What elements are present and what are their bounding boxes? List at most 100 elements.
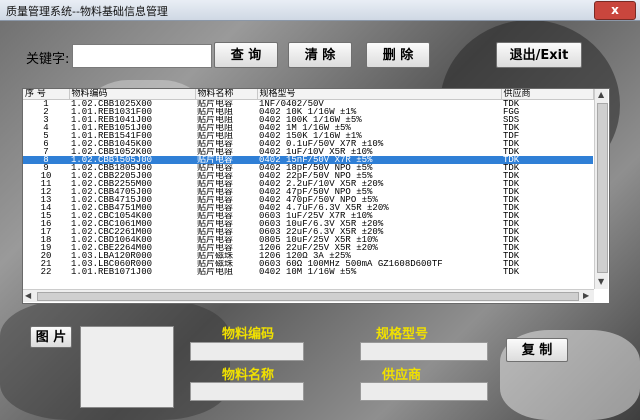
cell-spec: 1NF/0402/50V xyxy=(259,99,324,108)
cell-code: 1.02.CBB1052K00 xyxy=(71,148,153,156)
photo-button[interactable]: 图 片 xyxy=(30,326,72,348)
cell-supplier: SDS xyxy=(503,116,520,124)
code-field[interactable] xyxy=(190,342,304,361)
cell-name: 贴片电阻 xyxy=(197,108,234,116)
search-button[interactable]: 查 询 xyxy=(214,42,278,68)
exit-button[interactable]: 退出/Exit xyxy=(496,42,582,68)
table-row[interactable]: 4 1.01.REB1051J00 贴片电阻 0402 1M 1/16W ±5% TDK xyxy=(23,124,593,132)
table-row[interactable]: 18 1.02.CBD1064K00 贴片电容 0805 10uF/25V X5R ±… xyxy=(23,236,593,244)
scroll-up-icon[interactable]: ▲ xyxy=(598,90,604,99)
scroll-thumb[interactable] xyxy=(37,292,579,301)
close-button[interactable]: x xyxy=(594,1,636,20)
cell-spec: 0402 2.2uF/10V X5R ±20% xyxy=(259,180,384,188)
table-row[interactable]: 13 1.02.CBB4715J00 贴片电容 0402 470pF/50V NPO … xyxy=(23,196,593,204)
cell-name: 贴片电阻 xyxy=(197,268,234,276)
cell-index: 17 xyxy=(40,228,52,236)
cell-code: 1.02.CBE2264M00 xyxy=(71,244,153,252)
table-row[interactable]: 6 1.02.CBB1045K00 贴片电容 0402 0.1uF/50V X7R ±… xyxy=(23,140,593,148)
horizontal-scrollbar[interactable]: ◀ ▶ xyxy=(23,289,594,302)
cell-name: 贴片电容 xyxy=(197,204,234,212)
cell-index: 2 xyxy=(43,108,49,116)
cell-index: 4 xyxy=(43,124,49,132)
cell-supplier: TDK xyxy=(503,212,520,220)
table-row[interactable]: 12 1.02.CBB4705J00 贴片电容 0402 47pF/50V NPO ±… xyxy=(23,188,593,196)
cell-code: 1.01.REB1051J00 xyxy=(71,124,153,132)
table-row[interactable]: 8 1.02.CBB1505J00 贴片电容 0402 15nF/50V X7R ±5… xyxy=(23,156,593,164)
table-row[interactable]: 14 1.02.CBB4751M00 贴片电容 0402 4.7uF/6.3V X5R… xyxy=(23,204,593,212)
scroll-left-icon[interactable]: ◀ xyxy=(25,291,31,300)
cell-supplier: TDK xyxy=(503,99,520,108)
spec-field[interactable] xyxy=(360,342,488,361)
table-row[interactable]: 10 1.02.CBB2205J00 贴片电容 0402 22pF/50V NPO ±… xyxy=(23,172,593,180)
cell-code: 1.02.CBB2205J00 xyxy=(71,172,153,180)
cell-index: 14 xyxy=(40,204,52,212)
cell-code: 1.02.CBB1505J00 xyxy=(69,156,195,164)
cell-spec: 0402 1M 1/16W ±5% xyxy=(259,124,351,132)
cell-code: 1.02.CBC1054K00 xyxy=(71,212,153,220)
cell-supplier: TDK xyxy=(503,260,520,268)
col-header-spec[interactable]: 规格型号 xyxy=(257,89,502,100)
table-row[interactable]: 17 1.02.CBC2261M00 贴片电容 0603 22uF/6.3V X5R … xyxy=(23,228,593,236)
table-row[interactable]: 5 1.01.REB1541F00 贴片电阻 0402 150K 1/16W ±1% T… xyxy=(23,132,593,140)
cell-code: 1.01.REB1041J00 xyxy=(71,116,153,124)
clear-button[interactable]: 清 除 xyxy=(288,42,352,68)
delete-button[interactable]: 删 除 xyxy=(366,42,430,68)
table-row[interactable]: 20 1.03.LBA120R000 贴片磁珠 1206 120Ω 3A ±25% TD… xyxy=(23,252,593,260)
photo-preview xyxy=(80,326,174,408)
cell-index: 10 xyxy=(40,172,52,180)
cell-supplier: TDK xyxy=(503,252,520,260)
table-row[interactable]: 11 1.02.CBB2255M00 贴片电容 0402 2.2uF/10V X5R … xyxy=(23,180,593,188)
cell-spec: 0603 1uF/25V X7R ±10% xyxy=(259,212,373,220)
cell-name: 贴片电阻 xyxy=(197,132,234,140)
keyword-input[interactable] xyxy=(72,44,212,68)
cell-name: 贴片电容 xyxy=(197,148,234,156)
cell-index: 19 xyxy=(40,244,52,252)
cell-spec: 0603 10uF/6.3V X5R ±20% xyxy=(259,220,384,228)
title-bar: 质量管理系统--物料基础信息管理 x xyxy=(0,0,640,21)
table-row[interactable]: 3 1.01.REB1041J00 贴片电阻 0402 100K 1/16W ±5% S… xyxy=(23,116,593,124)
cell-supplier: TDK xyxy=(503,164,520,172)
table-row[interactable]: 2 1.01.REB1031F00 贴片电阻 0402 10K 1/16W ±1% FG… xyxy=(23,108,593,116)
name-field[interactable] xyxy=(190,382,304,401)
scroll-right-icon[interactable]: ▶ xyxy=(583,291,589,300)
cell-name: 贴片电容 xyxy=(195,156,257,164)
supplier-field[interactable] xyxy=(360,382,488,401)
table-row[interactable]: 19 1.02.CBE2264M00 贴片电容 1206 22uF/25V X5R ±… xyxy=(23,244,593,252)
table-row[interactable]: 15 1.02.CBC1054K00 贴片电容 0603 1uF/25V X7R ±1… xyxy=(23,212,593,220)
col-header-index[interactable]: 序 号 xyxy=(23,89,70,100)
scroll-thumb[interactable] xyxy=(597,103,608,273)
cell-supplier: TDF xyxy=(503,132,520,140)
cell-supplier: TDK xyxy=(503,124,520,132)
table-row[interactable]: 22 1.01.REB1071J00 贴片电阻 0402 10M 1/16W ±5% T… xyxy=(23,268,593,276)
col-header-code[interactable]: 物料编码 xyxy=(69,89,196,100)
vertical-scrollbar[interactable]: ▲ ▼ xyxy=(594,89,608,289)
cell-index: 12 xyxy=(40,188,52,196)
cell-supplier: TDK xyxy=(503,204,520,212)
table-row[interactable]: 16 1.02.CBC1061M00 贴片电容 0603 10uF/6.3V X5R … xyxy=(23,220,593,228)
material-table[interactable]: 序 号 物料编码 物料名称 规格型号 供应商 1 1.02.CBB1025X00 贴… xyxy=(22,88,610,304)
cell-name: 贴片电容 xyxy=(197,244,234,252)
copy-button[interactable]: 复 制 xyxy=(506,338,568,362)
cell-name: 贴片电容 xyxy=(197,99,234,108)
cell-code: 1.02.CBB2255M00 xyxy=(71,180,153,188)
cell-code: 1.02.CBB4751M00 xyxy=(71,204,153,212)
table-row[interactable]: 1 1.02.CBB1025X00 贴片电容 1NF/0402/50V TDK xyxy=(23,99,593,108)
col-header-supplier[interactable]: 供应商 xyxy=(501,89,594,100)
keyword-label: 关键字: xyxy=(26,52,70,67)
cell-spec: 0402 18pF/50V NPO ±5% xyxy=(259,164,373,172)
cell-index: 6 xyxy=(43,140,49,148)
col-header-name[interactable]: 物料名称 xyxy=(195,89,258,100)
cell-name: 贴片电容 xyxy=(197,220,234,228)
cell-spec: 0402 470pF/50V NPO ±5% xyxy=(259,196,378,204)
table-row[interactable]: 9 1.02.CBB1805J00 贴片电容 0402 18pF/50V NPO ±5… xyxy=(23,164,593,172)
table-row[interactable]: 7 1.02.CBB1052K00 贴片电容 0402 1uF/10V X5R ±10… xyxy=(23,148,593,156)
cell-name: 贴片磁珠 xyxy=(197,252,234,260)
cell-name: 贴片电容 xyxy=(197,188,234,196)
cell-index: 1 xyxy=(43,99,49,108)
cell-spec: 0402 15nF/50V X7R ±5% xyxy=(257,156,501,164)
scroll-down-icon[interactable]: ▼ xyxy=(598,277,604,286)
cell-index: 15 xyxy=(40,212,52,220)
table-row[interactable]: 21 1.03.LBC060R000 贴片磁珠 0603 60Ω 100MHz 500… xyxy=(23,260,593,268)
cell-index: 13 xyxy=(40,196,52,204)
cell-spec: 0402 22pF/50V NPO ±5% xyxy=(259,172,373,180)
